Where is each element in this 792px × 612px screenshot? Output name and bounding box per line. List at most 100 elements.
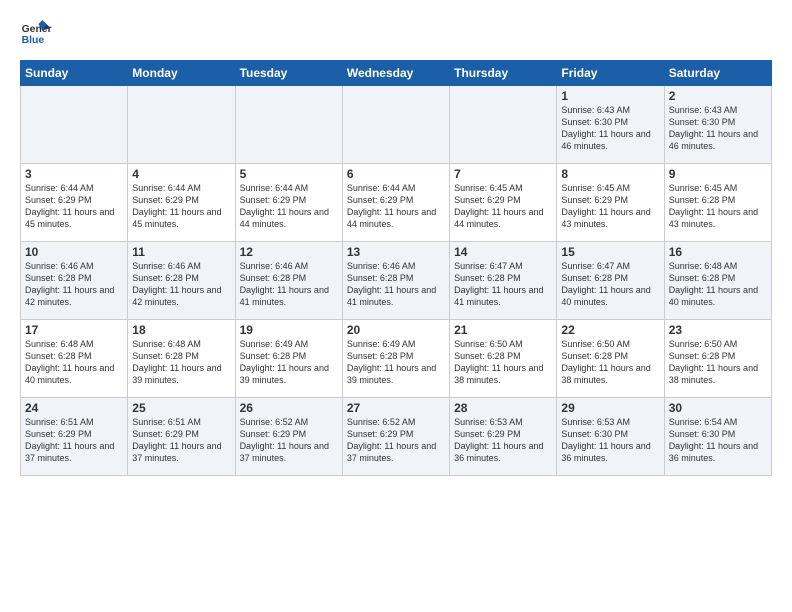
- header: General Blue: [20, 16, 772, 48]
- calendar-cell: 24Sunrise: 6:51 AM Sunset: 6:29 PM Dayli…: [21, 398, 128, 476]
- day-info: Sunrise: 6:45 AM Sunset: 6:28 PM Dayligh…: [669, 182, 767, 231]
- calendar-cell: 22Sunrise: 6:50 AM Sunset: 6:28 PM Dayli…: [557, 320, 664, 398]
- calendar-table: SundayMondayTuesdayWednesdayThursdayFrid…: [20, 60, 772, 476]
- day-number: 22: [561, 323, 659, 337]
- day-info: Sunrise: 6:48 AM Sunset: 6:28 PM Dayligh…: [669, 260, 767, 309]
- calendar-cell: [450, 86, 557, 164]
- day-info: Sunrise: 6:50 AM Sunset: 6:28 PM Dayligh…: [669, 338, 767, 387]
- day-number: 12: [240, 245, 338, 259]
- calendar-cell: 30Sunrise: 6:54 AM Sunset: 6:30 PM Dayli…: [664, 398, 771, 476]
- day-info: Sunrise: 6:47 AM Sunset: 6:28 PM Dayligh…: [561, 260, 659, 309]
- calendar-cell: [128, 86, 235, 164]
- calendar-cell: 28Sunrise: 6:53 AM Sunset: 6:29 PM Dayli…: [450, 398, 557, 476]
- day-number: 10: [25, 245, 123, 259]
- day-info: Sunrise: 6:44 AM Sunset: 6:29 PM Dayligh…: [347, 182, 445, 231]
- logo-icon: General Blue: [20, 16, 52, 48]
- day-number: 3: [25, 167, 123, 181]
- calendar-cell: 7Sunrise: 6:45 AM Sunset: 6:29 PM Daylig…: [450, 164, 557, 242]
- day-number: 15: [561, 245, 659, 259]
- weekday-sunday: Sunday: [21, 61, 128, 86]
- calendar-cell: 26Sunrise: 6:52 AM Sunset: 6:29 PM Dayli…: [235, 398, 342, 476]
- day-number: 19: [240, 323, 338, 337]
- day-info: Sunrise: 6:46 AM Sunset: 6:28 PM Dayligh…: [132, 260, 230, 309]
- day-info: Sunrise: 6:48 AM Sunset: 6:28 PM Dayligh…: [132, 338, 230, 387]
- weekday-saturday: Saturday: [664, 61, 771, 86]
- week-row-4: 17Sunrise: 6:48 AM Sunset: 6:28 PM Dayli…: [21, 320, 772, 398]
- day-info: Sunrise: 6:50 AM Sunset: 6:28 PM Dayligh…: [561, 338, 659, 387]
- day-info: Sunrise: 6:43 AM Sunset: 6:30 PM Dayligh…: [669, 104, 767, 153]
- page: General Blue SundayMondayTuesdayWednesda…: [0, 0, 792, 486]
- calendar-cell: 27Sunrise: 6:52 AM Sunset: 6:29 PM Dayli…: [342, 398, 449, 476]
- day-number: 30: [669, 401, 767, 415]
- day-number: 26: [240, 401, 338, 415]
- day-info: Sunrise: 6:46 AM Sunset: 6:28 PM Dayligh…: [240, 260, 338, 309]
- calendar-cell: 16Sunrise: 6:48 AM Sunset: 6:28 PM Dayli…: [664, 242, 771, 320]
- day-number: 11: [132, 245, 230, 259]
- calendar-cell: 9Sunrise: 6:45 AM Sunset: 6:28 PM Daylig…: [664, 164, 771, 242]
- day-info: Sunrise: 6:53 AM Sunset: 6:30 PM Dayligh…: [561, 416, 659, 465]
- calendar-cell: 21Sunrise: 6:50 AM Sunset: 6:28 PM Dayli…: [450, 320, 557, 398]
- calendar-cell: 12Sunrise: 6:46 AM Sunset: 6:28 PM Dayli…: [235, 242, 342, 320]
- calendar-cell: 17Sunrise: 6:48 AM Sunset: 6:28 PM Dayli…: [21, 320, 128, 398]
- day-number: 20: [347, 323, 445, 337]
- day-number: 21: [454, 323, 552, 337]
- day-number: 4: [132, 167, 230, 181]
- day-info: Sunrise: 6:48 AM Sunset: 6:28 PM Dayligh…: [25, 338, 123, 387]
- day-info: Sunrise: 6:51 AM Sunset: 6:29 PM Dayligh…: [25, 416, 123, 465]
- day-number: 16: [669, 245, 767, 259]
- day-info: Sunrise: 6:45 AM Sunset: 6:29 PM Dayligh…: [561, 182, 659, 231]
- calendar-cell: 4Sunrise: 6:44 AM Sunset: 6:29 PM Daylig…: [128, 164, 235, 242]
- day-info: Sunrise: 6:44 AM Sunset: 6:29 PM Dayligh…: [25, 182, 123, 231]
- day-number: 2: [669, 89, 767, 103]
- day-info: Sunrise: 6:49 AM Sunset: 6:28 PM Dayligh…: [240, 338, 338, 387]
- weekday-monday: Monday: [128, 61, 235, 86]
- day-number: 24: [25, 401, 123, 415]
- day-number: 27: [347, 401, 445, 415]
- calendar-cell: 1Sunrise: 6:43 AM Sunset: 6:30 PM Daylig…: [557, 86, 664, 164]
- day-number: 13: [347, 245, 445, 259]
- calendar-cell: 23Sunrise: 6:50 AM Sunset: 6:28 PM Dayli…: [664, 320, 771, 398]
- day-number: 1: [561, 89, 659, 103]
- calendar-cell: 6Sunrise: 6:44 AM Sunset: 6:29 PM Daylig…: [342, 164, 449, 242]
- day-info: Sunrise: 6:46 AM Sunset: 6:28 PM Dayligh…: [25, 260, 123, 309]
- calendar-cell: 11Sunrise: 6:46 AM Sunset: 6:28 PM Dayli…: [128, 242, 235, 320]
- day-info: Sunrise: 6:44 AM Sunset: 6:29 PM Dayligh…: [240, 182, 338, 231]
- calendar-cell: 18Sunrise: 6:48 AM Sunset: 6:28 PM Dayli…: [128, 320, 235, 398]
- calendar-cell: 19Sunrise: 6:49 AM Sunset: 6:28 PM Dayli…: [235, 320, 342, 398]
- day-number: 25: [132, 401, 230, 415]
- day-number: 14: [454, 245, 552, 259]
- calendar-cell: 10Sunrise: 6:46 AM Sunset: 6:28 PM Dayli…: [21, 242, 128, 320]
- day-number: 8: [561, 167, 659, 181]
- week-row-1: 1Sunrise: 6:43 AM Sunset: 6:30 PM Daylig…: [21, 86, 772, 164]
- calendar-cell: 29Sunrise: 6:53 AM Sunset: 6:30 PM Dayli…: [557, 398, 664, 476]
- day-info: Sunrise: 6:50 AM Sunset: 6:28 PM Dayligh…: [454, 338, 552, 387]
- week-row-2: 3Sunrise: 6:44 AM Sunset: 6:29 PM Daylig…: [21, 164, 772, 242]
- weekday-tuesday: Tuesday: [235, 61, 342, 86]
- day-number: 5: [240, 167, 338, 181]
- day-info: Sunrise: 6:43 AM Sunset: 6:30 PM Dayligh…: [561, 104, 659, 153]
- day-number: 9: [669, 167, 767, 181]
- day-info: Sunrise: 6:53 AM Sunset: 6:29 PM Dayligh…: [454, 416, 552, 465]
- day-info: Sunrise: 6:46 AM Sunset: 6:28 PM Dayligh…: [347, 260, 445, 309]
- day-info: Sunrise: 6:49 AM Sunset: 6:28 PM Dayligh…: [347, 338, 445, 387]
- week-row-5: 24Sunrise: 6:51 AM Sunset: 6:29 PM Dayli…: [21, 398, 772, 476]
- weekday-header-row: SundayMondayTuesdayWednesdayThursdayFrid…: [21, 61, 772, 86]
- calendar-cell: 15Sunrise: 6:47 AM Sunset: 6:28 PM Dayli…: [557, 242, 664, 320]
- day-number: 28: [454, 401, 552, 415]
- calendar-cell: 5Sunrise: 6:44 AM Sunset: 6:29 PM Daylig…: [235, 164, 342, 242]
- calendar-cell: 13Sunrise: 6:46 AM Sunset: 6:28 PM Dayli…: [342, 242, 449, 320]
- week-row-3: 10Sunrise: 6:46 AM Sunset: 6:28 PM Dayli…: [21, 242, 772, 320]
- day-info: Sunrise: 6:52 AM Sunset: 6:29 PM Dayligh…: [347, 416, 445, 465]
- day-info: Sunrise: 6:51 AM Sunset: 6:29 PM Dayligh…: [132, 416, 230, 465]
- calendar-cell: 14Sunrise: 6:47 AM Sunset: 6:28 PM Dayli…: [450, 242, 557, 320]
- day-number: 6: [347, 167, 445, 181]
- weekday-friday: Friday: [557, 61, 664, 86]
- calendar-cell: 25Sunrise: 6:51 AM Sunset: 6:29 PM Dayli…: [128, 398, 235, 476]
- day-info: Sunrise: 6:47 AM Sunset: 6:28 PM Dayligh…: [454, 260, 552, 309]
- svg-text:Blue: Blue: [22, 35, 45, 46]
- day-info: Sunrise: 6:52 AM Sunset: 6:29 PM Dayligh…: [240, 416, 338, 465]
- calendar-cell: [235, 86, 342, 164]
- logo: General Blue: [20, 16, 56, 48]
- weekday-thursday: Thursday: [450, 61, 557, 86]
- day-info: Sunrise: 6:44 AM Sunset: 6:29 PM Dayligh…: [132, 182, 230, 231]
